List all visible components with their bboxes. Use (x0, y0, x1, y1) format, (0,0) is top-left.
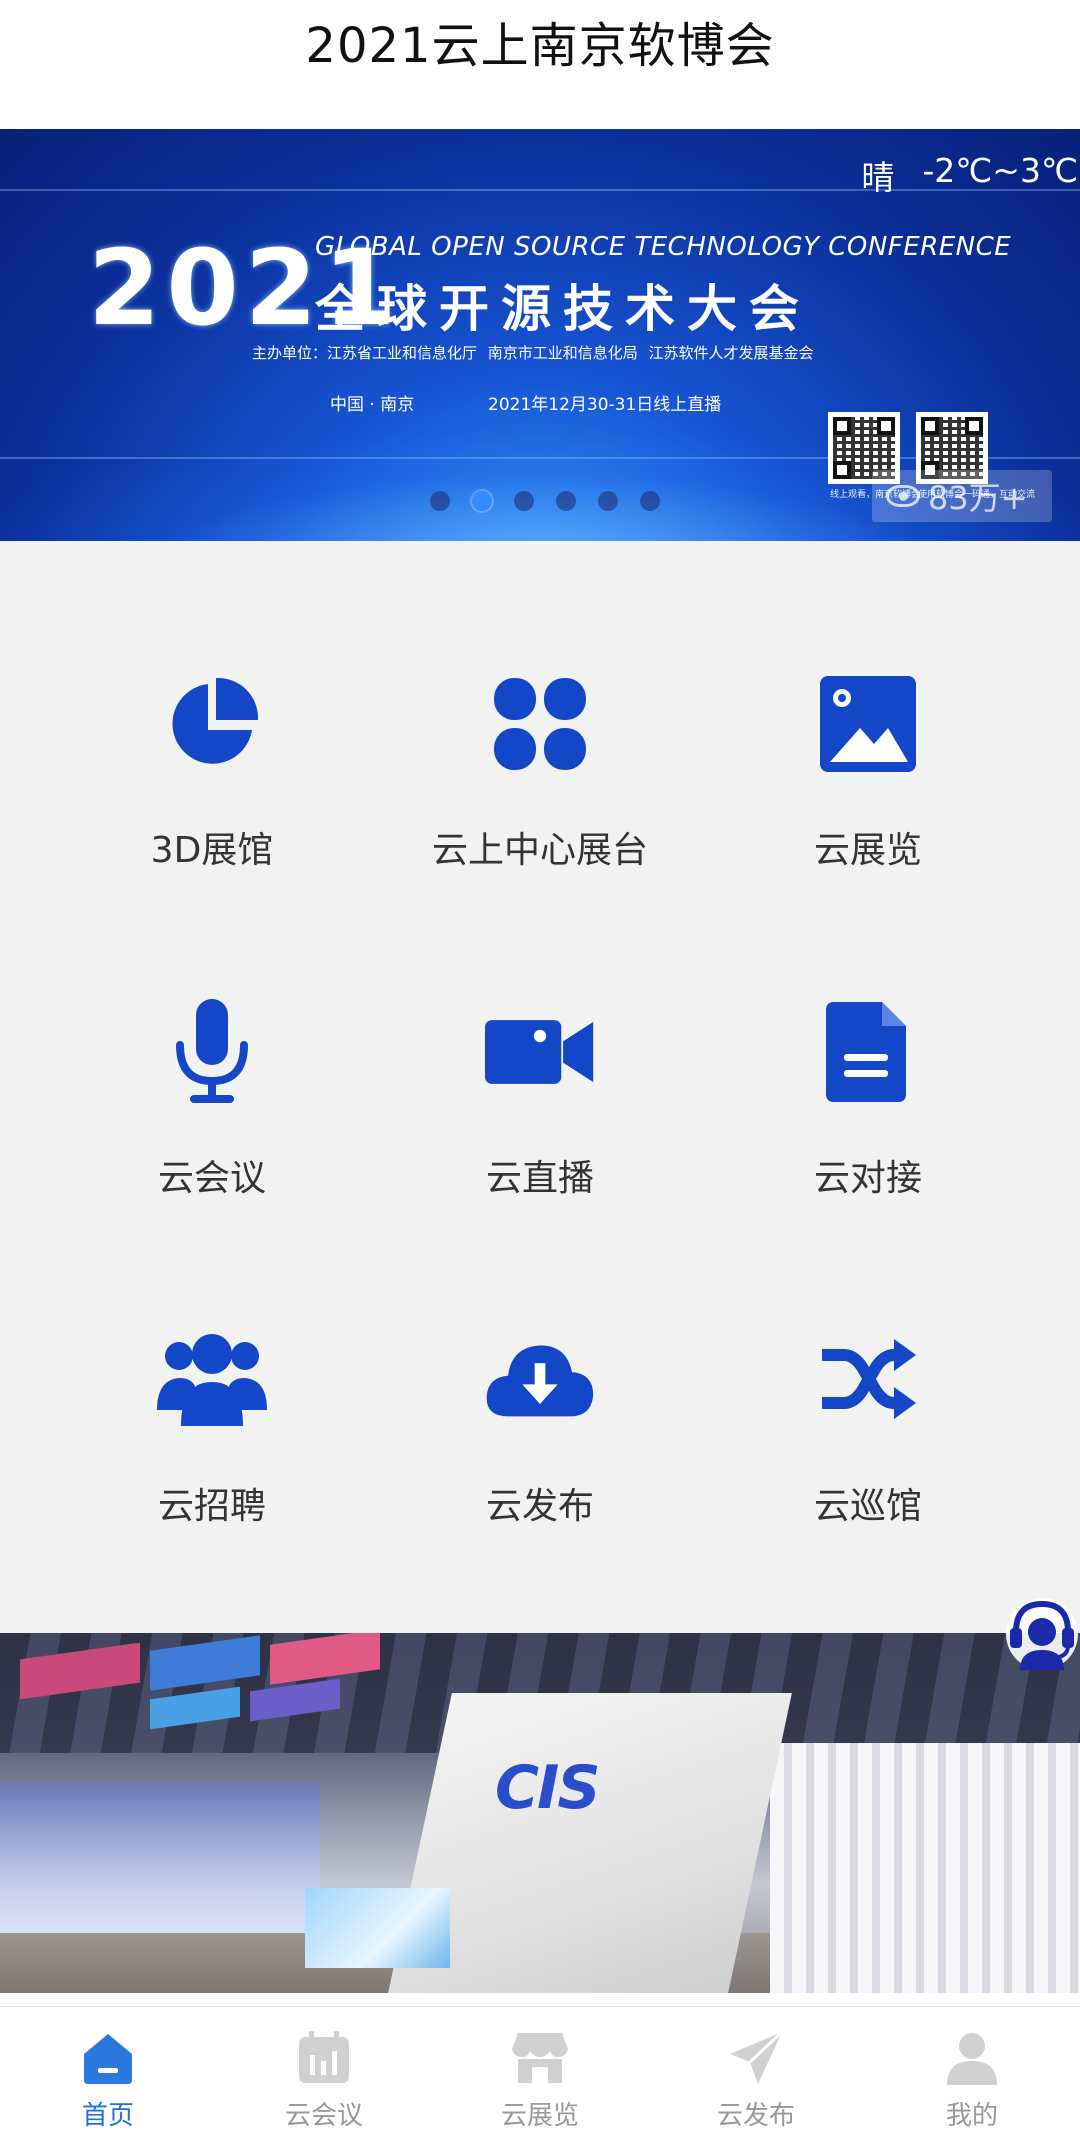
tab-label: 首页 (81, 2101, 134, 2131)
image-icon (813, 669, 923, 779)
feature-grid: 3D展馆 云上中心展台 云展览 云会议 云直播 云对接 云招聘 云发布 云巡馆 (0, 541, 1080, 1633)
send-icon (727, 2029, 785, 2087)
grid-item-cloud-live[interactable]: 云直播 (360, 869, 720, 1199)
weather-widget: 晴 -2℃~3℃ (861, 151, 1078, 199)
weather-condition: 晴 (861, 158, 895, 197)
grid-item-cloud-release[interactable]: 云发布 (360, 1197, 720, 1527)
tab-home[interactable]: 首页 (0, 2007, 216, 2140)
carousel-dot[interactable] (430, 491, 450, 511)
title-bar: 2021云上南京软博会 (0, 0, 1080, 129)
tab-label: 云发布 (716, 2101, 795, 2131)
grid-item-label: 云巡馆 (813, 1486, 922, 1527)
banner-carousel[interactable]: 晴 -2℃~3℃ 2021 GLOBAL OPEN SOURCE TECHNOL… (0, 129, 1080, 541)
view-count-badge: 83万+ (872, 470, 1052, 522)
carousel-dot-active[interactable] (472, 491, 492, 511)
carousel-indicators (430, 491, 660, 511)
document-icon (813, 997, 923, 1107)
grid-item-label: 云招聘 (157, 1486, 266, 1527)
carousel-dot[interactable] (598, 491, 618, 511)
app-screen: 2021云上南京软博会 晴 -2℃~3℃ 2021 GLOBAL OPEN SO… (0, 0, 1080, 2140)
four-blocks-icon (485, 669, 595, 779)
grid-item-cloud-matchmaking[interactable]: 云对接 (688, 869, 1048, 1199)
tab-label: 云展览 (500, 2101, 579, 2131)
tab-label: 我的 (945, 2101, 998, 2131)
tab-cloud-meeting[interactable]: 云会议 (216, 2007, 432, 2140)
grid-item-label: 云上中心展台 (431, 830, 648, 871)
tab-cloud-exhibition[interactable]: 云展览 (432, 2007, 648, 2140)
grid-item-label: 云发布 (485, 1486, 594, 1527)
grid-item-cloud-exhibition[interactable]: 云展览 (688, 541, 1048, 871)
grid-item-cloud-recruitment[interactable]: 云招聘 (32, 1197, 392, 1527)
pie-chart-icon (157, 669, 267, 779)
grid-item-label: 云直播 (485, 1158, 594, 1199)
banner-title-cn: 全球开源技术大会 (315, 280, 811, 338)
carousel-dot[interactable] (556, 491, 576, 511)
tab-label: 云会议 (284, 2101, 363, 2131)
banner-organizers: 主办单位：江苏省工业和信息化厅 南京市工业和信息化局 江苏软件人才发展基金会 (252, 344, 814, 362)
store-icon (511, 2029, 569, 2087)
users-icon (157, 1325, 267, 1435)
home-icon (79, 2029, 137, 2087)
video-camera-icon (485, 997, 595, 1107)
grid-item-label: 3D展馆 (150, 830, 274, 871)
grid-item-label: 云对接 (813, 1158, 922, 1199)
tab-cloud-release[interactable]: 云发布 (648, 2007, 864, 2140)
grid-item-cloud-center-booth[interactable]: 云上中心展台 (360, 541, 720, 871)
customer-service-button[interactable] (1004, 1596, 1080, 1672)
user-icon (943, 2029, 1001, 2087)
carousel-dot[interactable] (514, 491, 534, 511)
weather-temperature: -2℃~3℃ (922, 151, 1078, 190)
cloud-download-icon (485, 1325, 595, 1435)
banner-title-en: GLOBAL OPEN SOURCE TECHNOLOGY CONFERENCE (315, 232, 1012, 262)
bottom-tab-bar: 首页 云会议 云展览 云发布 我的 (0, 2006, 1080, 2140)
banner-date: 2021年12月30-31日线上直播 (488, 395, 722, 415)
grid-item-cloud-meeting[interactable]: 云会议 (32, 869, 392, 1199)
microphone-icon (157, 997, 267, 1107)
exhibition-photo[interactable]: CIS (0, 1633, 1080, 1993)
shuffle-icon (813, 1325, 923, 1435)
banner-venue: 中国 · 南京 (330, 395, 415, 415)
grid-item-3d-hall[interactable]: 3D展馆 (32, 541, 392, 871)
booth-logo: CIS (495, 1753, 601, 1823)
grid-item-cloud-tour[interactable]: 云巡馆 (688, 1197, 1048, 1527)
eye-icon (886, 485, 920, 507)
carousel-dot[interactable] (640, 491, 660, 511)
tab-profile[interactable]: 我的 (864, 2007, 1080, 2140)
grid-item-label: 云展览 (813, 830, 922, 871)
grid-item-label: 云会议 (157, 1158, 266, 1199)
headset-icon (1006, 1598, 1078, 1670)
page-title: 2021云上南京软博会 (305, 18, 775, 74)
view-count: 83万+ (928, 479, 1028, 517)
calendar-icon (295, 2029, 353, 2087)
